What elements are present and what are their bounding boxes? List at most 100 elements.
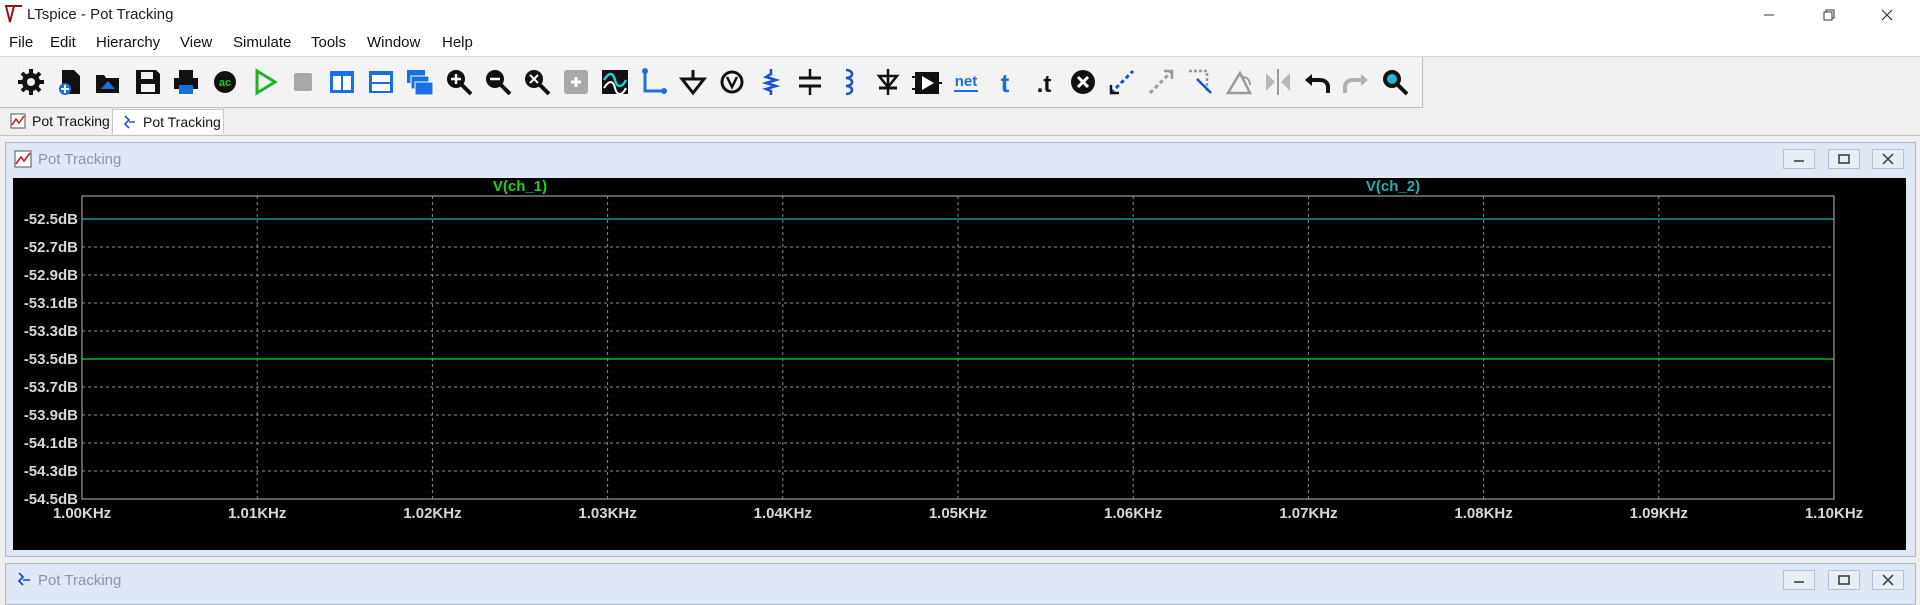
schematic-close-button[interactable] xyxy=(1872,570,1904,590)
schematic-maximize-button[interactable] xyxy=(1828,570,1860,590)
redo-button[interactable] xyxy=(1339,65,1373,99)
mirror-button[interactable] xyxy=(1261,65,1295,99)
x-tick-label: 1.05KHz xyxy=(929,505,987,522)
minimize-button[interactable] xyxy=(1746,2,1792,27)
halt-button[interactable] xyxy=(286,65,320,99)
new-schematic-button[interactable] xyxy=(53,65,87,99)
menu-simulate[interactable]: Simulate xyxy=(233,34,291,51)
minimize-icon xyxy=(1794,160,1804,162)
window-title: LTspice - Pot Tracking xyxy=(27,6,174,23)
waveform-plot[interactable]: 1.00KHz 1.01KHz 1.02KHz 1.03KHz 1.04KHz 1.05K… xyxy=(13,178,1906,550)
x-tick-label: 1.01KHz xyxy=(228,505,286,522)
inductor-icon xyxy=(845,68,854,96)
net-label-button[interactable]: net xyxy=(949,65,983,99)
zoom-extents-button[interactable] xyxy=(559,65,593,99)
tab-waveform[interactable]: Pot Tracking xyxy=(2,109,110,133)
zoom-out-button[interactable] xyxy=(481,65,515,99)
inductor-button[interactable] xyxy=(832,65,866,99)
zoom-out-icon xyxy=(486,70,512,96)
ac-analysis-button[interactable]: ac xyxy=(208,65,242,99)
y-tick-label: -54.3dB xyxy=(24,463,78,480)
duplicate-icon xyxy=(1109,69,1135,95)
delete-button[interactable] xyxy=(1066,65,1100,99)
text-button[interactable]: t xyxy=(988,65,1022,99)
menu-edit[interactable]: Edit xyxy=(50,34,76,51)
x-tick-label: 1.06KHz xyxy=(1104,505,1162,522)
title-bar: LTspice - Pot Tracking xyxy=(0,0,1920,29)
plot-window-titlebar[interactable]: Pot Tracking xyxy=(6,143,1915,173)
y-tick-label: -54.1dB xyxy=(24,435,78,452)
move-button[interactable] xyxy=(1144,65,1178,99)
tile-horizontal-button[interactable] xyxy=(364,65,398,99)
settings-button[interactable] xyxy=(14,65,48,99)
find-button[interactable] xyxy=(1378,65,1412,99)
menu-bar: File Edit Hierarchy View Simulate Tools … xyxy=(0,29,1920,57)
menu-hierarchy[interactable]: Hierarchy xyxy=(96,34,160,51)
rotate-button[interactable] xyxy=(1222,65,1256,99)
voltage-source-button[interactable] xyxy=(715,65,749,99)
ground-button[interactable] xyxy=(676,65,710,99)
waveform-icon xyxy=(10,113,26,129)
menu-window[interactable]: Window xyxy=(367,34,420,51)
zoom-in-button[interactable] xyxy=(442,65,476,99)
delete-icon xyxy=(1071,70,1095,94)
component-button[interactable] xyxy=(910,65,944,99)
duplicate-button[interactable] xyxy=(1105,65,1139,99)
close-button[interactable] xyxy=(1864,2,1910,27)
ac-analysis-icon: ac xyxy=(214,71,236,93)
waveform-icon xyxy=(14,150,32,168)
plot-minimize-button[interactable] xyxy=(1783,149,1815,169)
find-icon xyxy=(1383,70,1409,96)
rotate-icon xyxy=(1225,70,1253,95)
maximize-icon xyxy=(1838,154,1850,164)
schematic-window-title: Pot Tracking xyxy=(38,572,122,589)
x-tick-label: 1.04KHz xyxy=(754,505,812,522)
menu-file[interactable]: File xyxy=(9,34,33,51)
zoom-fit-button[interactable] xyxy=(520,65,554,99)
diode-icon xyxy=(876,69,900,95)
toolbar: ac net t .t xyxy=(0,57,1423,108)
redo-icon xyxy=(1343,74,1368,93)
y-tick-label: -52.7dB xyxy=(24,239,78,256)
run-button[interactable] xyxy=(248,65,282,99)
voltage-source-icon xyxy=(720,70,744,94)
tile-vertical-button[interactable] xyxy=(325,65,359,99)
y-tick-label: -53.5dB xyxy=(24,351,78,368)
open-button[interactable] xyxy=(91,65,125,99)
mirror-icon xyxy=(1266,69,1290,95)
close-icon xyxy=(1882,153,1894,165)
schematic-window-titlebar[interactable]: Pot Tracking xyxy=(6,564,1915,594)
plot-close-button[interactable] xyxy=(1872,149,1904,169)
undo-button[interactable] xyxy=(1300,65,1334,99)
resistor-button[interactable] xyxy=(754,65,788,99)
menu-view[interactable]: View xyxy=(180,34,212,51)
autorange-button[interactable] xyxy=(598,65,632,99)
menu-help[interactable]: Help xyxy=(442,34,473,51)
save-button[interactable] xyxy=(131,65,165,99)
wire-icon xyxy=(642,68,667,94)
plot-window: Pot Tracking 1.00KHz 1.01KHz 1.02KHz 1.03KH… xyxy=(5,142,1916,557)
y-tick-label: -52.5dB xyxy=(24,211,78,228)
restore-icon xyxy=(1823,9,1835,20)
capacitor-button[interactable] xyxy=(793,65,827,99)
legend-label-2: V(ch_2) xyxy=(1366,178,1420,195)
svg-text:ac: ac xyxy=(219,77,231,89)
plot-maximize-button[interactable] xyxy=(1828,149,1860,169)
schematic-minimize-button[interactable] xyxy=(1783,570,1815,590)
schematic-window: Pot Tracking xyxy=(5,563,1916,605)
spice-directive-button[interactable]: .t xyxy=(1027,65,1061,99)
drag-button[interactable] xyxy=(1183,65,1217,99)
tab-schematic[interactable]: Pot Tracking xyxy=(112,109,224,134)
drag-icon xyxy=(1189,69,1212,94)
print-button[interactable] xyxy=(169,65,203,99)
diode-button[interactable] xyxy=(871,65,905,99)
schematic-icon xyxy=(17,572,30,586)
run-icon xyxy=(255,68,278,96)
document-tabs: Pot Tracking Pot Tracking xyxy=(0,108,1920,136)
wire-button[interactable] xyxy=(637,65,671,99)
maximize-icon xyxy=(1838,575,1850,585)
menu-tools[interactable]: Tools xyxy=(311,34,346,51)
restore-button[interactable] xyxy=(1806,2,1852,27)
print-icon xyxy=(174,70,198,94)
cascade-button[interactable] xyxy=(403,65,437,99)
